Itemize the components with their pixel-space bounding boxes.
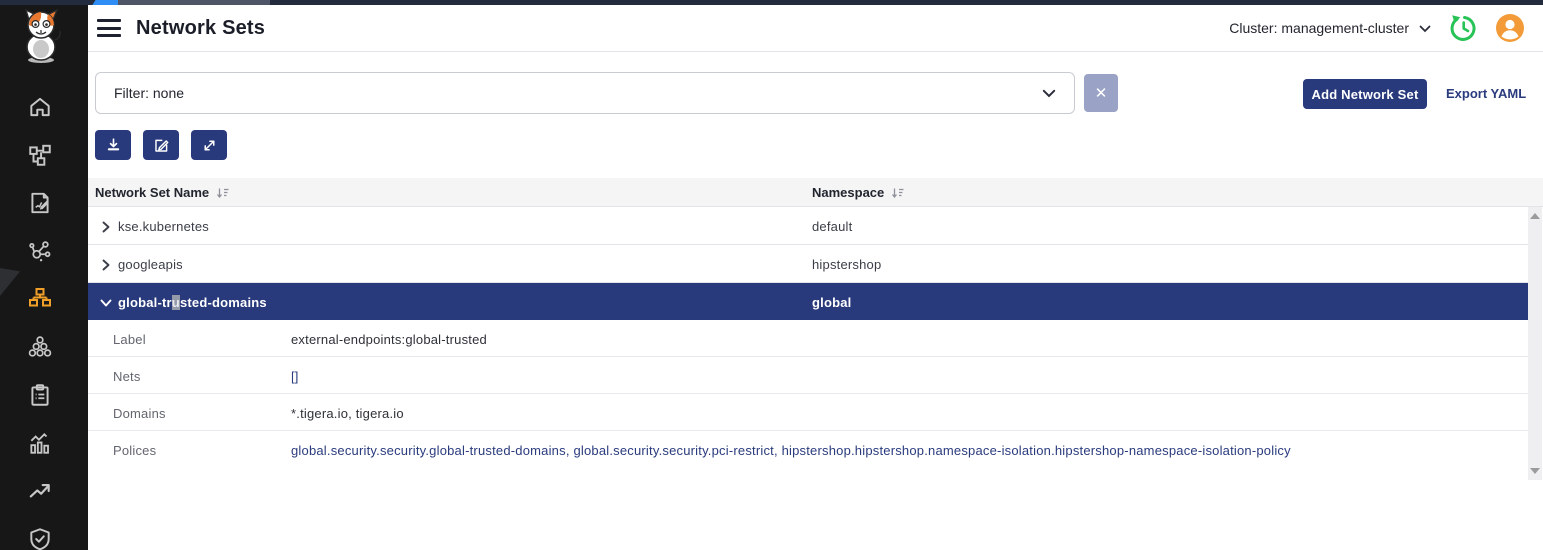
detail-label: Domains (113, 406, 166, 421)
network-sets-icon[interactable] (27, 286, 53, 312)
scrollbar-down-arrow[interactable] (1530, 468, 1540, 474)
cluster-selector[interactable]: Cluster: management-cluster (1229, 20, 1431, 36)
scrollbar-up-arrow[interactable] (1530, 213, 1540, 219)
column-header-network-set-name[interactable]: Network Set Name (95, 178, 229, 207)
export-yaml-link[interactable]: Export YAML (1446, 86, 1526, 101)
chevron-down-icon (1419, 20, 1431, 36)
sort-icon[interactable] (216, 187, 229, 199)
home-icon[interactable] (27, 94, 53, 120)
timeline-trend-icon[interactable] (27, 478, 53, 504)
detail-row-label: Label external-endpoints:global-trusted (88, 320, 1528, 357)
sidebar (0, 0, 88, 550)
compliance-clipboard-icon[interactable] (27, 382, 53, 408)
header-right: Cluster: management-cluster (1229, 13, 1543, 43)
chevron-right-icon[interactable] (100, 258, 112, 276)
table-row-kse-kubernetes[interactable]: kse.kubernetes default (88, 207, 1528, 245)
policies-edit-icon[interactable] (27, 190, 53, 216)
cluster-label: Cluster: management-cluster (1229, 20, 1409, 36)
clear-filter-button[interactable]: ✕ (1084, 74, 1118, 112)
namespace-value: global (812, 295, 851, 310)
user-avatar-icon[interactable] (1495, 13, 1525, 43)
table-scrollbar[interactable] (1528, 207, 1542, 480)
app-window: Network Sets Cluster: management-cluster (0, 0, 1543, 550)
browser-top-strip (0, 0, 1543, 5)
column-header-namespace[interactable]: Namespace (812, 178, 904, 207)
endpoints-cluster-icon[interactable] (27, 334, 53, 360)
detail-label: Polices (113, 443, 156, 458)
detail-row-polices: Polices global.security.security.global-… (88, 431, 1528, 468)
download-button[interactable] (95, 130, 131, 160)
column-label: Network Set Name (95, 185, 209, 200)
detail-label: Label (113, 332, 146, 347)
detail-label: Nets (113, 369, 141, 384)
filter-dropdown[interactable]: Filter: none (95, 72, 1075, 114)
sort-icon[interactable] (891, 187, 904, 199)
history-restore-icon[interactable] (1448, 13, 1478, 43)
dashboard-chart-icon[interactable] (27, 430, 53, 456)
text-cursor-highlight: u (172, 295, 180, 310)
service-graph-icon[interactable] (27, 238, 53, 264)
namespace-value: default (812, 219, 852, 234)
chevron-right-icon[interactable] (100, 220, 112, 238)
network-topology-icon[interactable] (27, 142, 53, 168)
detail-value: *.tigera.io, tigera.io (291, 406, 404, 421)
detail-value: global.security.security.global-trusted-… (291, 443, 1291, 458)
table-row-global-trusted-domains-selected[interactable]: global-trusted-domains global (88, 283, 1528, 320)
chevron-down-icon[interactable] (100, 296, 112, 314)
network-set-name: global-trusted-domains (118, 295, 267, 310)
top-strip-slate-segment (118, 0, 270, 5)
page-title: Network Sets (136, 17, 265, 40)
table-header: Network Set Name Namespace (88, 178, 1543, 207)
table-row-googleapis[interactable]: googleapis hipstershop (88, 245, 1528, 283)
column-label: Namespace (812, 185, 884, 200)
detail-row-domains: Domains *.tigera.io, tigera.io (88, 394, 1528, 431)
chevron-down-icon (1042, 85, 1056, 101)
detail-row-nets: Nets [] (88, 357, 1528, 394)
threat-shield-icon[interactable] (27, 526, 53, 550)
detail-value: external-endpoints:global-trusted (291, 332, 487, 347)
calico-cat-logo (14, 6, 70, 64)
edit-button[interactable] (143, 130, 179, 160)
detail-value: [] (291, 369, 299, 384)
page-header: Network Sets Cluster: management-cluster (88, 5, 1543, 52)
expand-button[interactable] (191, 130, 227, 160)
network-set-name: kse.kubernetes (118, 219, 209, 234)
network-set-name: googleapis (118, 257, 183, 272)
menu-hamburger-icon[interactable] (97, 19, 121, 37)
add-network-set-button[interactable]: Add Network Set (1303, 79, 1427, 109)
namespace-value: hipstershop (812, 257, 881, 272)
filter-value: Filter: none (114, 85, 184, 101)
sidebar-wedge-decoration (0, 268, 20, 296)
main-content: Filter: none ✕ Add Network Set Export YA… (88, 52, 1543, 550)
